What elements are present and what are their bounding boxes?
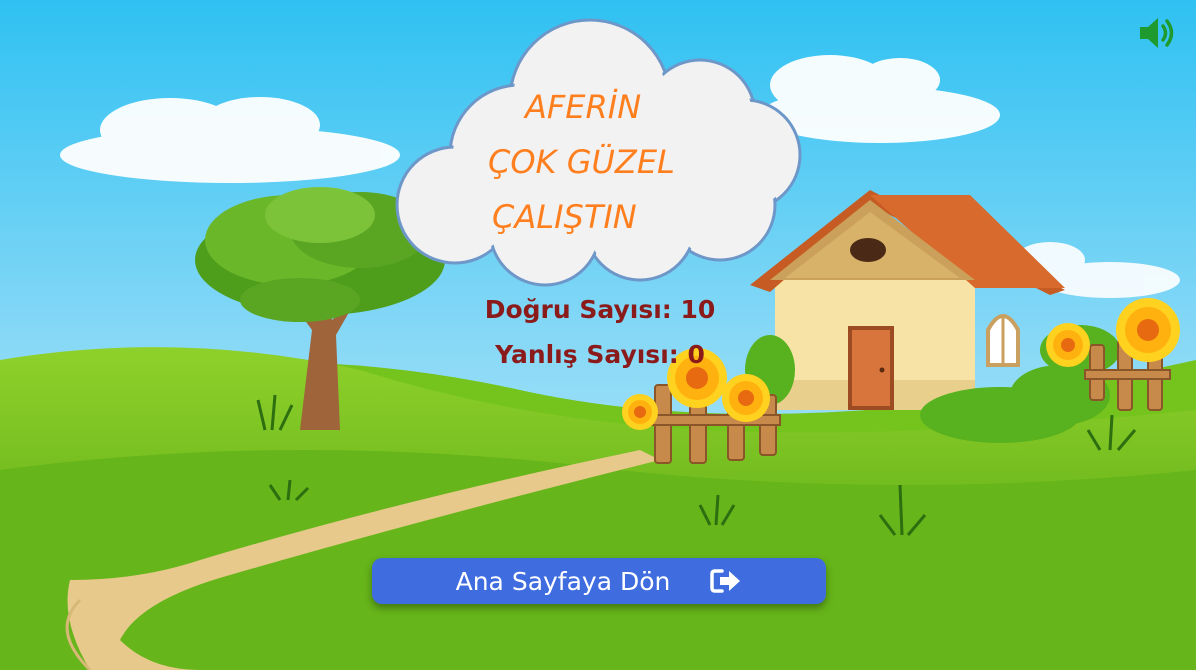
congrats-message: AFERİN ÇOK GÜZEL ÇALIŞTIN [470,80,750,245]
congrats-line-3: ÇALIŞTIN [492,198,637,236]
correct-count: Doğru Sayısı: 10 [484,295,716,324]
congrats-line-2: ÇOK GÜZEL [488,143,675,181]
home-button-label: Ana Sayfaya Dön [455,566,671,596]
wrong-count: Yanlış Sayısı: 0 [495,340,705,369]
home-button[interactable]: Ana Sayfaya Dön [372,558,826,604]
sign-out-icon [710,569,741,593]
sound-toggle-button[interactable] [1136,14,1180,52]
congrats-line-1: AFERİN [525,88,642,126]
speaker-volume-icon [1140,18,1174,48]
